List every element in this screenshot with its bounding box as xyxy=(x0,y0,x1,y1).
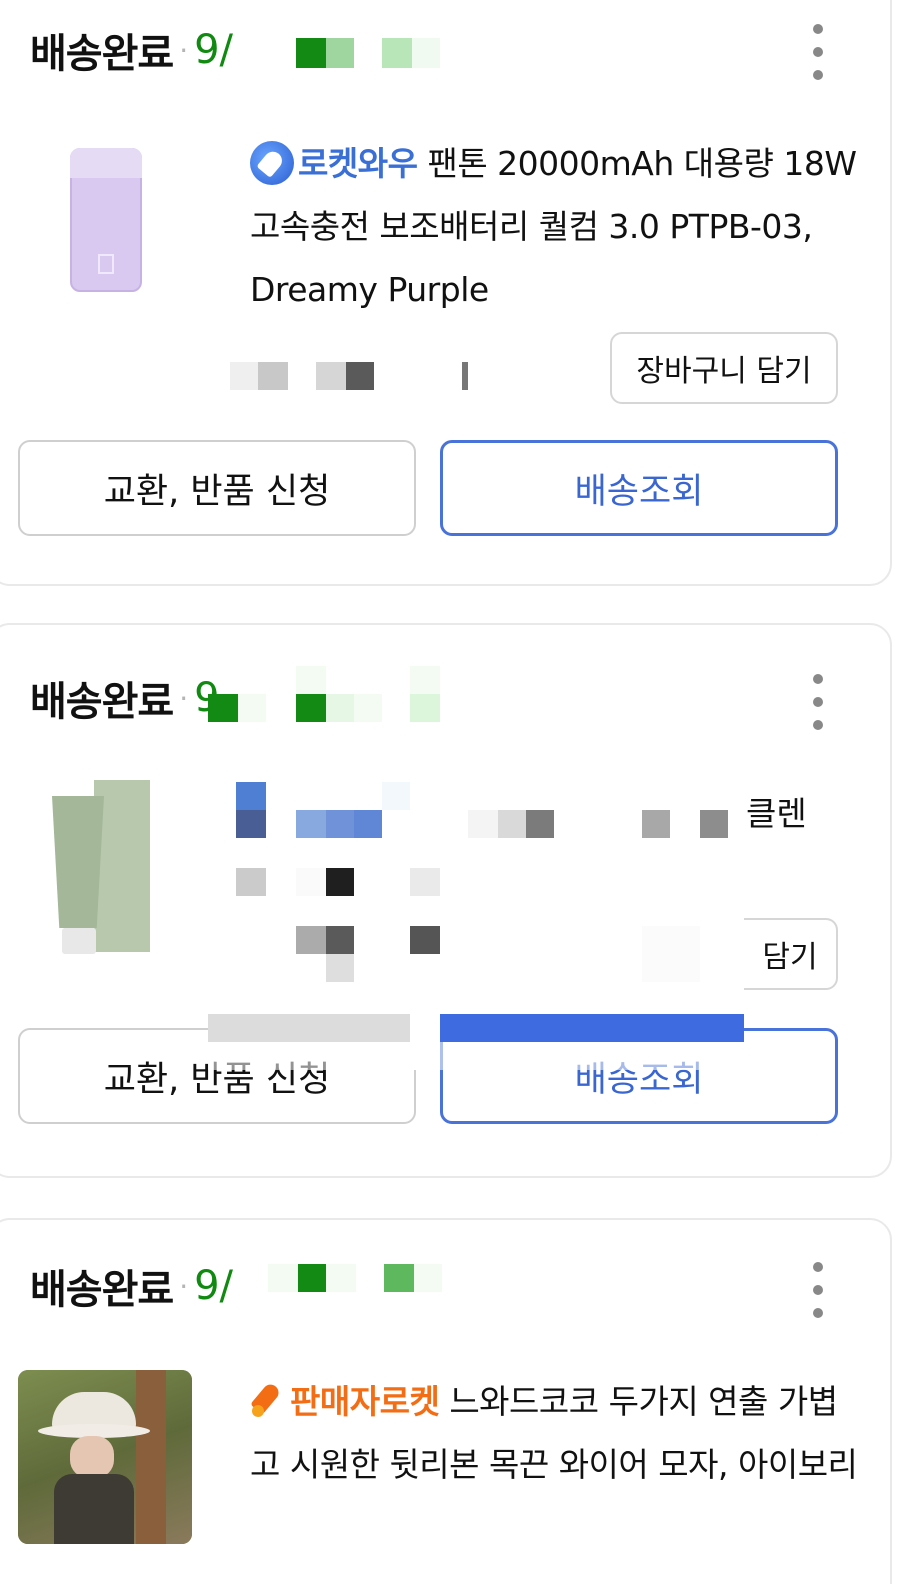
redaction-pixel xyxy=(410,666,440,694)
status-label: 배송완료 xyxy=(30,1267,174,1313)
model-face xyxy=(70,1436,114,1478)
power-bank-logo xyxy=(98,254,114,274)
redaction-fade xyxy=(440,1042,744,1070)
order-status-row: 배송완료 · 9 xyxy=(30,670,220,726)
redaction-pixel xyxy=(526,810,554,838)
redaction-pixel xyxy=(326,1264,356,1292)
redaction-pixel xyxy=(296,38,326,68)
redaction-pixel xyxy=(354,694,382,722)
redaction-pixel xyxy=(326,868,354,896)
redaction-pixel xyxy=(296,810,326,838)
delivery-date: 9/ xyxy=(194,1263,234,1309)
redaction-pixel xyxy=(412,38,440,68)
separator-dot: · xyxy=(179,681,189,715)
redaction-pixel xyxy=(326,926,354,954)
redaction-pixel xyxy=(230,362,258,390)
redaction-pixel xyxy=(410,926,440,954)
rocket-wow-badge: 로켓와우 xyxy=(298,144,418,183)
model-body xyxy=(54,1474,134,1544)
exchange-return-button[interactable]: 교환, 반품 신청 xyxy=(18,440,416,536)
redaction-pixel xyxy=(326,38,354,68)
tube-image xyxy=(52,796,104,928)
redaction-pixel xyxy=(298,1264,326,1292)
more-options-icon[interactable] xyxy=(806,674,830,730)
tube-cap xyxy=(62,928,96,954)
redaction-pixel xyxy=(296,868,326,896)
redaction-bar xyxy=(208,1014,410,1042)
redaction-pixel xyxy=(346,362,374,390)
product-title-fragment: 클렌 xyxy=(746,794,807,833)
redaction-pixel xyxy=(642,810,670,838)
add-to-cart-button[interactable]: 담기 xyxy=(744,918,838,990)
seller-rocket-badge: 판매자로켓 xyxy=(290,1382,440,1421)
redaction-pixel xyxy=(382,782,410,810)
redaction-pixel xyxy=(354,810,382,838)
redaction-pixel xyxy=(238,694,266,722)
redaction-pixel xyxy=(414,1264,442,1292)
redaction-pixel xyxy=(236,782,266,810)
redaction-pixel xyxy=(468,810,498,838)
redaction-pixel xyxy=(462,362,468,390)
redaction-pixel xyxy=(326,954,354,982)
separator-dot: · xyxy=(179,1269,189,1303)
redaction-pixel xyxy=(700,810,728,838)
redaction-pixel xyxy=(384,1264,414,1292)
order-status-row: 배송완료 · 9/ xyxy=(30,22,233,78)
redaction-pixel xyxy=(410,694,440,722)
product-thumbnail[interactable] xyxy=(18,1370,192,1544)
redaction-bar xyxy=(440,1014,744,1042)
redaction-fade xyxy=(208,1042,410,1070)
redaction-pixel xyxy=(382,38,412,68)
product-thumbnail[interactable] xyxy=(50,780,154,956)
redaction-pixel xyxy=(296,926,326,954)
product-title[interactable]: 판매자로켓 느와드코코 두가지 연출 가볍고 시원한 뒷리본 목끈 와이어 모자… xyxy=(250,1370,860,1496)
redaction-pixel xyxy=(498,810,526,838)
redaction-pixel xyxy=(326,694,354,722)
power-bank-top xyxy=(70,148,142,178)
status-label: 배송완료 xyxy=(30,679,174,725)
track-delivery-button[interactable]: 배송조회 xyxy=(440,440,838,536)
separator-dot: · xyxy=(179,33,189,67)
redaction-pixel xyxy=(236,868,266,896)
add-to-cart-button[interactable]: 장바구니 담기 xyxy=(610,332,838,404)
redaction-pixel xyxy=(258,362,288,390)
order-list-page: 배송완료 · 9/ 로켓와우 팬톤 20000mAh 대용량 18W 고속충전 … xyxy=(0,0,900,1584)
status-label: 배송완료 xyxy=(30,31,174,77)
more-options-icon[interactable] xyxy=(806,24,830,80)
seller-rocket-icon xyxy=(250,1381,286,1421)
redaction-pixel xyxy=(208,694,238,722)
redaction-pixel xyxy=(296,694,326,722)
tree-trunk xyxy=(136,1370,166,1544)
redaction-pixel xyxy=(316,362,346,390)
redaction-pixel xyxy=(268,1264,298,1292)
redaction-pixel xyxy=(642,926,700,982)
delivery-date: 9/ xyxy=(194,27,234,73)
redaction-pixel xyxy=(326,810,354,838)
redaction-gap xyxy=(410,1014,440,1070)
product-title[interactable]: 로켓와우 팬톤 20000mAh 대용량 18W 고속충전 보조배터리 퀄컴 3… xyxy=(250,132,860,321)
redaction-pixel xyxy=(296,666,326,694)
more-options-icon[interactable] xyxy=(806,1262,830,1318)
order-status-row: 배송완료 · 9/ xyxy=(30,1258,233,1314)
product-thumbnail[interactable] xyxy=(66,146,146,294)
redaction-pixel xyxy=(410,868,440,896)
redaction-pixel xyxy=(236,810,266,838)
rocket-wow-icon xyxy=(250,141,294,185)
